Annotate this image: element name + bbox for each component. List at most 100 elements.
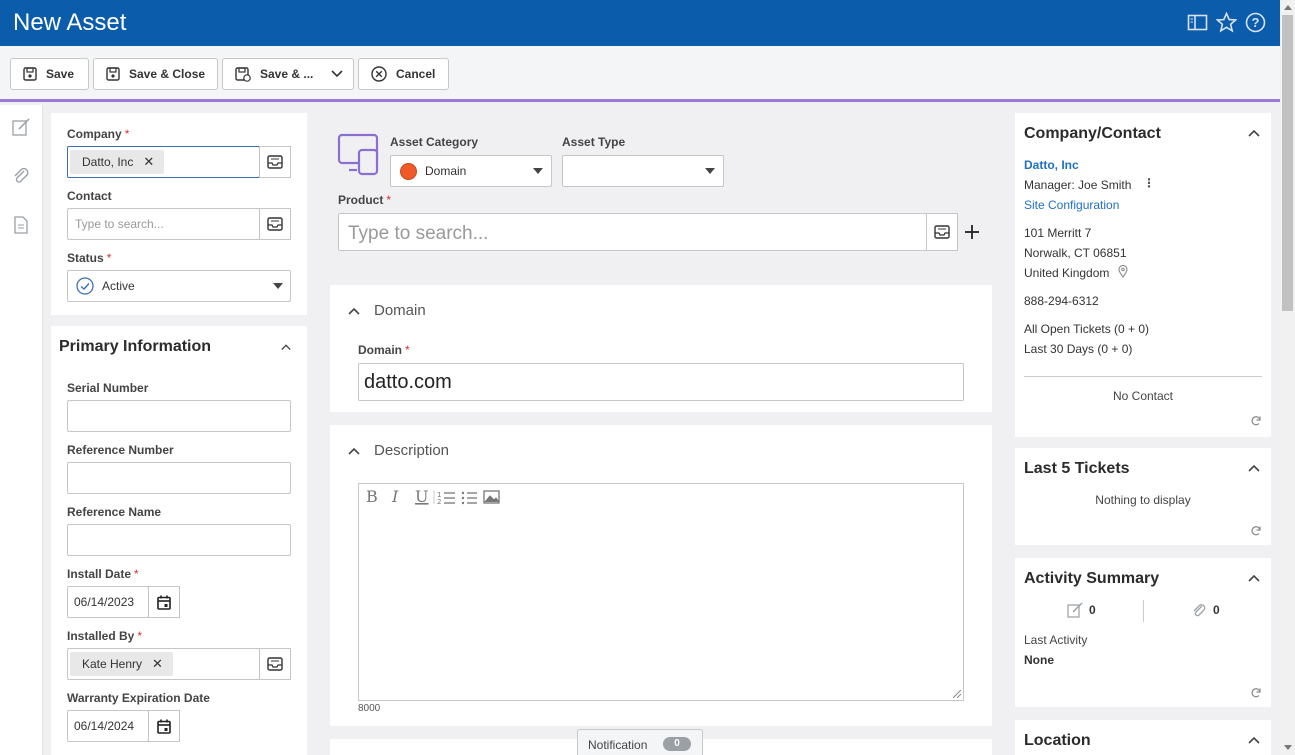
collapse-icon[interactable] (348, 307, 360, 315)
site-configuration-link[interactable]: Site Configuration (1024, 198, 1119, 212)
refresh-icon[interactable] (1250, 525, 1262, 537)
edit-note-icon[interactable] (11, 117, 31, 137)
install-date-value: 06/14/2023 (74, 595, 135, 609)
collapse-icon[interactable] (1248, 574, 1260, 582)
reference-number-label: Reference Number (67, 443, 174, 457)
warranty-date-picker-button[interactable] (148, 710, 180, 742)
cancel-button[interactable]: Cancel (358, 58, 449, 90)
contact-lookup-button[interactable] (259, 208, 291, 240)
company-chip-label: Datto, Inc (82, 155, 134, 169)
map-pin-icon[interactable] (1118, 265, 1128, 278)
attachments-count: 0 (1213, 603, 1220, 617)
divider (1024, 376, 1262, 377)
primary-information-title: Primary Information (59, 338, 212, 355)
reference-number-input[interactable] (67, 462, 291, 494)
add-icon[interactable] (965, 225, 979, 239)
address-line2: Norwalk, CT 06851 (1024, 246, 1127, 260)
installed-by-chip-label: Kate Henry (82, 657, 143, 671)
category-color-dot (400, 163, 417, 180)
product-label-text: Product (338, 193, 384, 207)
company-label: Company * (67, 127, 129, 141)
toolbar: Save Save & Close Save & ... Cancel (0, 46, 1280, 102)
document-icon[interactable] (11, 215, 31, 235)
product-label: Product * (338, 193, 391, 207)
company-lookup-button[interactable] (259, 146, 291, 178)
more-options-icon[interactable]: ⋮ (1143, 176, 1155, 190)
install-date-input[interactable]: 06/14/2023 (67, 586, 149, 618)
asset-category-select[interactable]: Domain (390, 155, 552, 187)
domain-section: Domain Domain * datto.com (330, 285, 992, 412)
notification-count-badge: 0 (663, 737, 691, 751)
close-icon[interactable]: ✕ (143, 154, 154, 170)
notification-label: Notification (588, 738, 648, 752)
scrollbar-thumb[interactable] (1282, 15, 1293, 311)
device-icon (337, 133, 379, 176)
editor-toolbar: B I U 1 2 (366, 488, 500, 506)
product-input[interactable]: Type to search... (338, 213, 927, 251)
star-icon[interactable] (1215, 11, 1238, 33)
location-title: Location (1024, 732, 1091, 749)
manager-text: Manager: Joe Smith (1024, 178, 1132, 192)
description-section: Description B I U 1 2 8000 (330, 425, 992, 726)
install-date-label: Install Date * (67, 567, 139, 581)
serial-number-input[interactable] (67, 400, 291, 432)
location-card: Location (1015, 720, 1271, 755)
domain-input[interactable]: datto.com (358, 363, 964, 401)
save-more-label: Save & ... (260, 67, 314, 81)
collapse-icon[interactable] (1248, 736, 1260, 744)
domain-value: datto.com (364, 371, 452, 393)
vertical-scrollbar[interactable] (1280, 0, 1295, 755)
last-activity-label: Last Activity (1024, 633, 1088, 647)
company-link[interactable]: Datto, Inc (1024, 158, 1079, 172)
install-date-label-text: Install Date (67, 567, 132, 581)
close-icon[interactable]: ✕ (152, 656, 163, 672)
no-tickets-text: Nothing to display (1095, 493, 1191, 507)
scroll-up-arrow-icon[interactable] (1284, 5, 1292, 10)
status-label-text: Status (67, 251, 104, 265)
attachment-icon[interactable] (11, 166, 31, 186)
save-button[interactable]: Save (10, 58, 89, 90)
product-placeholder: Type to search... (348, 223, 489, 244)
panel-toggle-icon[interactable] (1187, 12, 1208, 33)
dropdown-arrow-icon (273, 283, 283, 289)
resize-handle-icon[interactable] (953, 690, 961, 698)
asset-type-label: Asset Type (562, 135, 626, 149)
refresh-icon[interactable] (1250, 415, 1262, 427)
no-contact-text: No Contact (1112, 389, 1174, 403)
domain-section-title: Domain (374, 302, 426, 319)
divider (1143, 600, 1144, 622)
open-tickets-text[interactable]: All Open Tickets (0 + 0) (1024, 322, 1149, 336)
asset-category-value: Domain (425, 164, 467, 178)
description-section-title: Description (374, 442, 450, 459)
installed-by-lookup-button[interactable] (259, 648, 291, 680)
product-lookup-button[interactable] (926, 213, 958, 251)
status-select[interactable]: Active (67, 270, 291, 302)
collapse-icon[interactable] (1248, 129, 1260, 137)
last-30-days-text[interactable]: Last 30 Days (0 + 0) (1024, 342, 1132, 356)
install-date-picker-button[interactable] (148, 586, 180, 618)
help-icon[interactable]: ? (1245, 12, 1266, 33)
save-more-button[interactable]: Save & ... (222, 58, 354, 90)
scroll-down-arrow-icon[interactable] (1284, 745, 1292, 750)
required-mark: * (386, 193, 392, 207)
notes-count: 0 (1089, 603, 1096, 617)
save-close-button[interactable]: Save & Close (93, 58, 218, 90)
warranty-expiration-input[interactable]: 06/14/2024 (67, 710, 149, 742)
country-text: United Kingdom (1024, 266, 1110, 280)
last-tickets-card: Last 5 Tickets Nothing to display (1015, 448, 1271, 545)
reference-name-input[interactable] (67, 524, 291, 556)
asset-type-select[interactable] (562, 155, 724, 187)
notification-tab[interactable]: Notification 0 (577, 729, 703, 755)
domain-label-text: Domain (358, 343, 403, 357)
refresh-icon[interactable] (1250, 687, 1262, 699)
collapse-icon[interactable] (1248, 464, 1260, 472)
collapse-icon[interactable] (281, 342, 291, 352)
note-icon (1067, 602, 1083, 618)
activity-summary-title: Activity Summary (1024, 570, 1160, 587)
svg-text:B: B (366, 488, 378, 506)
description-editor[interactable]: B I U 1 2 (358, 483, 964, 701)
char-count: 8000 (358, 703, 381, 714)
collapse-icon[interactable] (348, 447, 360, 455)
cancel-icon (371, 66, 387, 82)
domain-label: Domain * (358, 343, 410, 357)
